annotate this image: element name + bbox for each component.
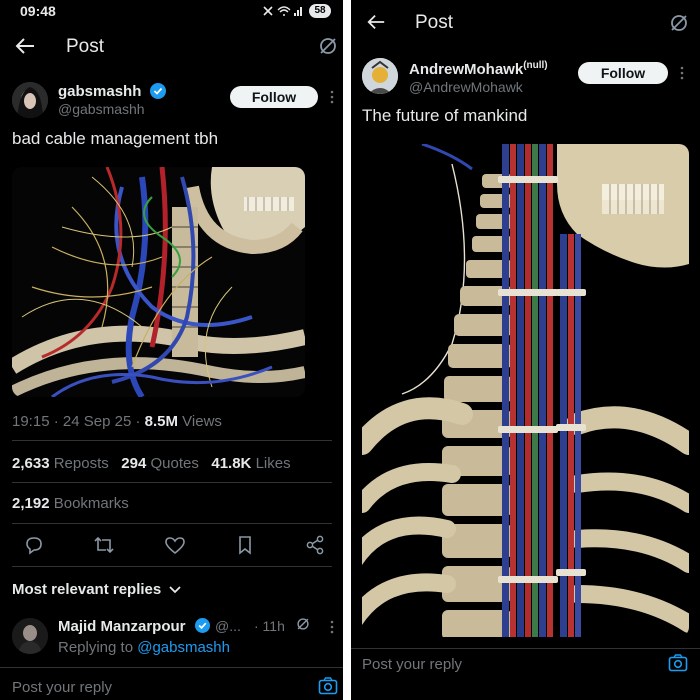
bookmarks-label: Bookmarks	[53, 495, 129, 512]
more-options-icon[interactable]	[680, 66, 684, 80]
more-options-icon[interactable]	[330, 90, 334, 104]
reposts-count: 2,633	[12, 455, 50, 472]
reply-author-name[interactable]: Majid Manzarpour	[58, 618, 186, 635]
avatar[interactable]	[12, 82, 48, 118]
chevron-down-icon	[169, 586, 182, 594]
views-count: 8.5M	[144, 413, 178, 430]
replies-sort-label: Most relevant replies	[12, 581, 162, 598]
post-meta: 19:15 · 24 Sep 25 · 8.5M Views	[12, 413, 222, 430]
post-text: The future of mankind	[362, 106, 528, 125]
grok-icon[interactable]	[669, 13, 689, 33]
repost-icon[interactable]	[93, 535, 115, 555]
post-media-skeleton-image[interactable]	[362, 144, 689, 637]
post-time: 19:15	[12, 413, 50, 430]
bookmarks-stat[interactable]: 2,192 Bookmarks	[12, 495, 129, 512]
camera-icon[interactable]	[318, 677, 338, 695]
quotes-label: Quotes	[150, 455, 199, 472]
divider	[12, 566, 332, 567]
quotes-stat[interactable]: 294 Quotes	[121, 455, 199, 472]
divider	[12, 523, 332, 524]
author-handle[interactable]: @AndrewMohawk	[409, 79, 523, 95]
battery-badge: 58	[309, 4, 331, 18]
verified-badge-icon	[195, 618, 210, 633]
replying-to: Replying to @gabsmashh	[58, 639, 230, 656]
author-handle[interactable]: @gabsmashh	[58, 101, 145, 117]
reply-composer-input[interactable]: Post your reply	[362, 656, 462, 673]
left-screenshot: 09:48 58 Post gabsmashh @gabsmashh Follo…	[0, 0, 343, 700]
reply-avatar[interactable]	[12, 618, 48, 654]
page-title: Post	[66, 36, 105, 57]
page-title: Post	[415, 12, 454, 33]
right-screenshot: Post AndrewMohawk(null) @AndrewMohawk Fo…	[351, 0, 700, 700]
views-label: Views	[182, 413, 222, 430]
likes-count: 41.8K	[211, 455, 252, 472]
share-icon[interactable]	[305, 535, 325, 555]
divider	[0, 667, 343, 668]
status-time: 09:48	[20, 3, 56, 19]
engagement-stats: 2,633 Reposts 294 Quotes 41.8K Likes	[12, 455, 291, 472]
grok-icon[interactable]	[296, 617, 310, 631]
likes-stat[interactable]: 41.8K Likes	[211, 455, 290, 472]
grok-icon[interactable]	[318, 36, 338, 56]
divider	[12, 440, 332, 441]
replying-prefix: Replying to	[58, 639, 134, 656]
more-options-icon[interactable]	[330, 620, 334, 634]
reply-handle[interactable]: @...	[215, 618, 241, 634]
bookmark-icon[interactable]	[236, 535, 254, 555]
bookmarks-count: 2,192	[12, 495, 50, 512]
reply-age: · 11h	[254, 618, 285, 634]
verified-badge-icon	[150, 83, 166, 99]
author-name: AndrewMohawk	[409, 61, 524, 78]
divider	[12, 482, 332, 483]
follow-button[interactable]: Follow	[578, 62, 668, 84]
post-date: 24 Sep 25	[62, 413, 132, 430]
follow-button[interactable]: Follow	[230, 86, 318, 108]
reposts-stat[interactable]: 2,633 Reposts	[12, 455, 109, 472]
post-text: bad cable management tbh	[12, 129, 219, 148]
post-media-anatomy-image[interactable]	[12, 167, 305, 397]
quotes-count: 294	[121, 455, 147, 472]
likes-label: Likes	[255, 455, 291, 472]
author-name-superscript: (null)	[523, 60, 548, 71]
like-icon[interactable]	[164, 535, 186, 555]
reposts-label: Reposts	[53, 455, 109, 472]
avatar[interactable]	[362, 58, 398, 94]
back-arrow-icon[interactable]	[14, 36, 36, 56]
author-name[interactable]: gabsmashh	[58, 83, 141, 100]
camera-icon[interactable]	[668, 654, 688, 672]
replies-sort-dropdown[interactable]: Most relevant replies	[12, 581, 182, 598]
reply-icon[interactable]	[24, 535, 44, 555]
divider	[351, 648, 700, 649]
replying-to-handle[interactable]: @gabsmashh	[137, 639, 230, 656]
reply-composer-input[interactable]: Post your reply	[12, 679, 112, 696]
back-arrow-icon[interactable]	[366, 12, 386, 32]
author-name-group[interactable]: AndrewMohawk(null)	[409, 60, 548, 78]
